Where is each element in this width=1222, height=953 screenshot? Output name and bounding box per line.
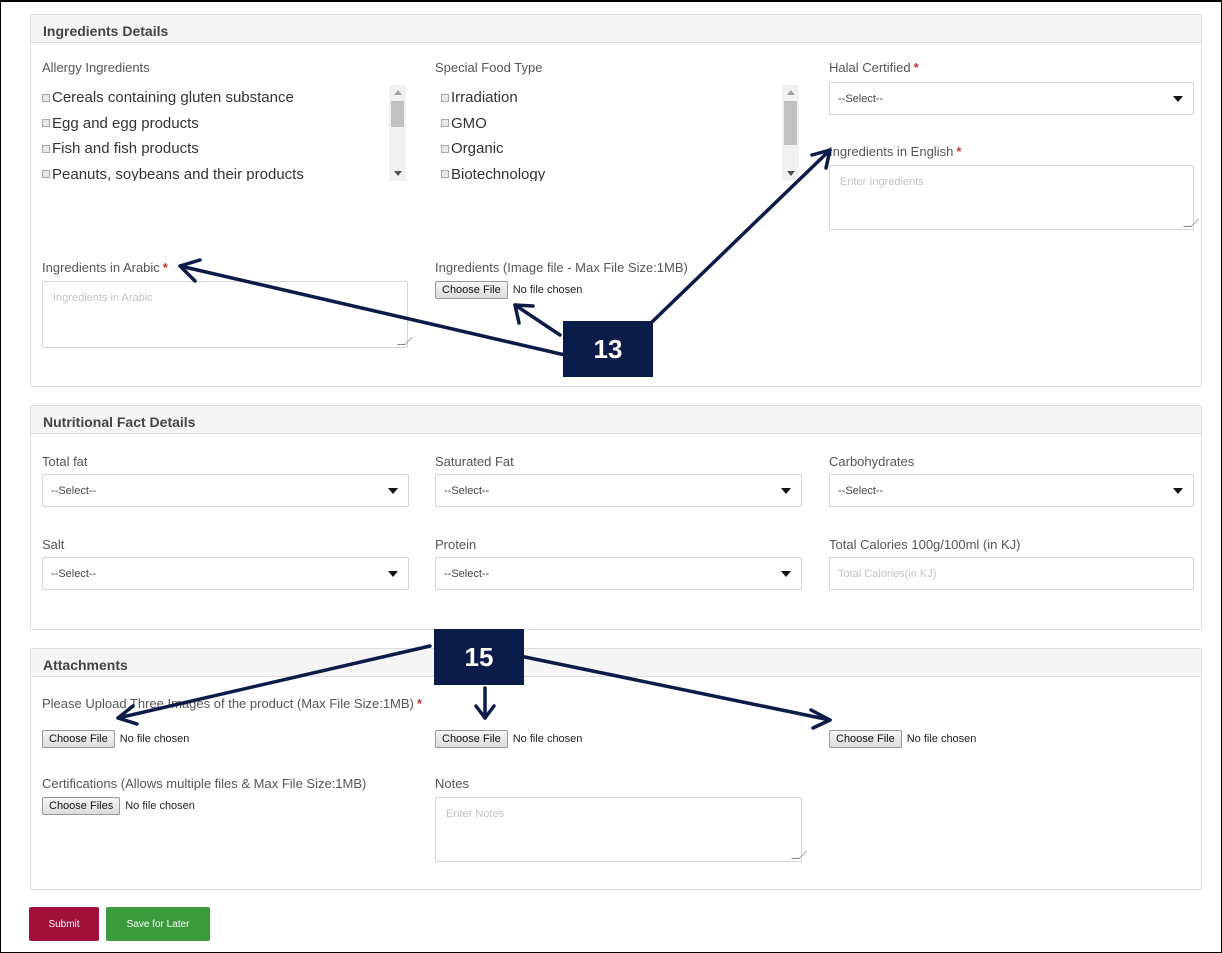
chevron-down-icon (781, 571, 791, 577)
calories-label: Total Calories 100g/100ml (in KJ) (829, 537, 1021, 552)
product-images-label: Please Upload Three Images of the produc… (42, 696, 422, 711)
allergy-list[interactable]: Cereals containing gluten substance Egg … (42, 85, 390, 181)
salt-label: Salt (42, 537, 65, 552)
special-food-item[interactable]: Biotechnology (441, 162, 781, 181)
chevron-down-icon (1173, 96, 1183, 102)
required-mark: * (913, 60, 919, 75)
nutrition-heading: Nutritional Fact Details (31, 406, 1201, 434)
file-status: No file chosen (906, 733, 977, 745)
scroll-up-icon[interactable] (394, 90, 402, 95)
special-food-item[interactable]: GMO (441, 111, 781, 137)
allergy-label: Allergy Ingredients (42, 60, 150, 75)
salt-select[interactable]: --Select-- (42, 557, 409, 590)
file-status: No file chosen (512, 284, 583, 296)
special-food-list[interactable]: Irradiation GMO Organic Biotechnology (441, 85, 781, 181)
attachments-heading: Attachments (31, 649, 1201, 677)
nutrition-panel: Nutritional Fact Details (30, 405, 1202, 630)
notes-label: Notes (435, 776, 469, 791)
choose-file-button[interactable]: Choose File (435, 730, 508, 748)
checkbox[interactable] (441, 93, 449, 102)
choose-file-button[interactable]: Choose File (42, 730, 115, 748)
scroll-thumb[interactable] (391, 101, 404, 127)
scroll-thumb[interactable] (784, 101, 797, 145)
step-15-callout: 15 (434, 629, 524, 685)
halal-select[interactable]: --Select-- (829, 82, 1194, 115)
ingredients-heading: Ingredients Details (31, 15, 1201, 43)
arabic-ingredients-textarea[interactable]: Ingredients in Arabic (42, 281, 413, 348)
checkbox[interactable] (441, 170, 449, 179)
saturated-fat-select[interactable]: --Select-- (435, 474, 802, 507)
choose-file-button[interactable]: Choose File (829, 730, 902, 748)
product-image-file-2[interactable]: Choose File No file chosen (435, 730, 582, 748)
total-fat-label: Total fat (42, 454, 88, 469)
product-image-file-3[interactable]: Choose File No file chosen (829, 730, 976, 748)
checkbox[interactable] (441, 119, 449, 128)
scroll-down-icon[interactable] (394, 171, 402, 176)
allergy-item[interactable]: Cereals containing gluten substance (42, 85, 390, 111)
choose-file-button[interactable]: Choose File (435, 281, 508, 299)
allergy-item[interactable]: Fish and fish products (42, 136, 390, 162)
save-for-later-button[interactable]: Save for Later (106, 907, 210, 941)
allergy-scrollbar[interactable] (389, 85, 406, 181)
total-fat-select[interactable]: --Select-- (42, 474, 409, 507)
saturated-fat-label: Saturated Fat (435, 454, 514, 469)
required-mark: * (956, 144, 962, 159)
scroll-up-icon[interactable] (787, 90, 795, 95)
allergy-item[interactable]: Egg and egg products (42, 111, 390, 137)
required-mark: * (416, 696, 422, 711)
notes-textarea[interactable]: Enter Notes (435, 797, 807, 862)
file-status: No file chosen (512, 733, 583, 745)
carbohydrates-select[interactable]: --Select-- (829, 474, 1194, 507)
special-food-item[interactable]: Organic (441, 136, 781, 162)
submit-button[interactable]: Submit (29, 907, 99, 941)
allergy-item[interactable]: Peanuts, soybeans and their products (42, 162, 390, 181)
protein-select[interactable]: --Select-- (435, 557, 802, 590)
checkbox[interactable] (42, 93, 50, 102)
special-food-scrollbar[interactable] (782, 85, 799, 181)
chevron-down-icon (388, 571, 398, 577)
choose-files-button[interactable]: Choose Files (42, 797, 121, 815)
checkbox[interactable] (42, 170, 50, 179)
arabic-ingredients-label: Ingredients in Arabic * (42, 260, 168, 275)
chevron-down-icon (388, 488, 398, 494)
certifications-label: Certifications (Allows multiple files & … (42, 776, 367, 791)
checkbox[interactable] (42, 119, 50, 128)
checkbox[interactable] (441, 144, 449, 153)
file-status: No file chosen (125, 800, 195, 812)
step-13-callout: 13 (563, 321, 653, 377)
special-food-item[interactable]: Irradiation (441, 85, 781, 111)
ingredients-image-file[interactable]: Choose File No file chosen (435, 281, 582, 299)
english-ingredients-textarea[interactable]: Enter Ingredients (829, 165, 1199, 230)
chevron-down-icon (781, 488, 791, 494)
protein-label: Protein (435, 537, 477, 552)
ingredients-image-label: Ingredients (Image file - Max File Size:… (435, 260, 688, 275)
calories-input[interactable]: Total Calories(in KJ) (829, 557, 1194, 590)
product-image-file-1[interactable]: Choose File No file chosen (42, 730, 189, 748)
required-mark: * (162, 260, 168, 275)
scroll-down-icon[interactable] (787, 171, 795, 176)
carbohydrates-label: Carbohydrates (829, 454, 915, 469)
certifications-file[interactable]: Choose Files No file chosen (42, 797, 195, 815)
chevron-down-icon (1173, 488, 1183, 494)
special-food-label: Special Food Type (435, 60, 543, 75)
checkbox[interactable] (42, 144, 50, 153)
english-ingredients-label: Ingredients in English * (829, 144, 962, 159)
halal-label: Halal Certified * (829, 60, 919, 75)
file-status: No file chosen (119, 733, 190, 745)
